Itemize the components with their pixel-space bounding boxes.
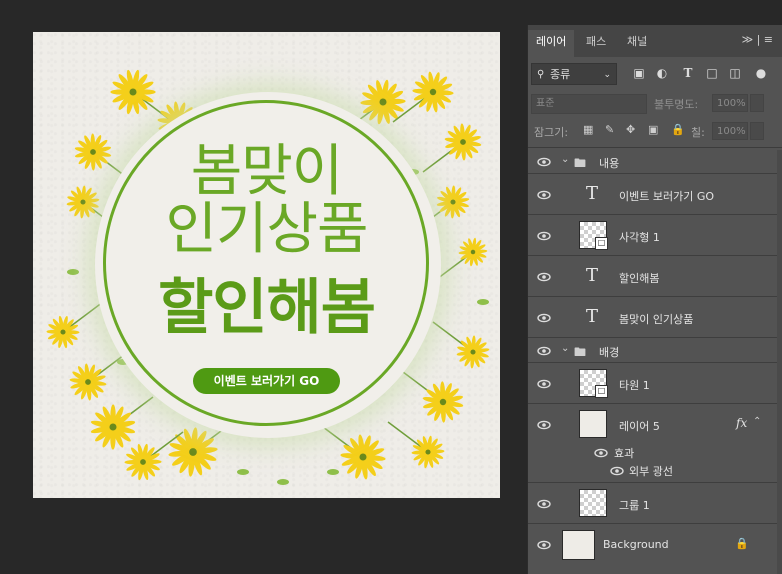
layer-row-layer5[interactable]: 레이어 5 fx ⌃ 효과 외부 광선 bbox=[528, 404, 777, 483]
headline-line-3: 할인해봄 bbox=[158, 273, 376, 343]
shape-filter-icon[interactable]: □ bbox=[705, 66, 719, 80]
leaf bbox=[327, 469, 339, 475]
flower bbox=[90, 396, 154, 450]
lock-label: 잠그기: bbox=[534, 126, 569, 139]
filter-label: 종류 bbox=[550, 68, 571, 81]
layer-row-rectangle[interactable]: □ 사각형 1 bbox=[528, 215, 777, 256]
lock-paint-icon[interactable]: ✎ bbox=[605, 123, 614, 136]
fill-value: 100% bbox=[717, 126, 746, 137]
layer-row-text-headline[interactable]: T 봄맞이 인기상품 bbox=[528, 297, 777, 338]
layer-filter-dropdown[interactable]: ⚲ 종류 ⌄ bbox=[531, 63, 617, 85]
layer-thumbnail: □ bbox=[579, 369, 608, 398]
filter-toggle-icon[interactable]: ● bbox=[754, 66, 768, 80]
tab-layers[interactable]: 레이어 bbox=[528, 30, 575, 57]
eye-icon[interactable] bbox=[537, 272, 551, 282]
layer-thumbnail bbox=[579, 410, 607, 438]
headline-line-2: 인기상품 bbox=[165, 197, 368, 262]
layer-name: 이벤트 보러가기 GO bbox=[619, 190, 715, 203]
opacity-field[interactable]: 100% bbox=[712, 94, 748, 112]
layer-row-text-cta[interactable]: T 이벤트 보러가기 GO bbox=[528, 174, 777, 215]
eye-icon[interactable] bbox=[594, 448, 608, 458]
event-cta-button: 이벤트 보러가기 GO bbox=[193, 368, 340, 394]
fill-label: 칠: bbox=[691, 126, 705, 139]
eye-icon[interactable] bbox=[610, 466, 624, 476]
layer-row-group1[interactable]: 그룹 1 bbox=[528, 483, 777, 524]
lock-all-icon[interactable]: 🔒 bbox=[671, 123, 685, 136]
layer-name: 배경 bbox=[599, 346, 620, 359]
layer-name: 그룹 1 bbox=[619, 499, 650, 512]
leaf bbox=[277, 479, 289, 485]
panel-menu-icon[interactable]: ≫ | ≡ bbox=[742, 33, 773, 46]
tab-channels[interactable]: 채널 bbox=[619, 30, 655, 57]
fx-badge[interactable]: fx bbox=[736, 416, 747, 430]
layer-thumbnail bbox=[562, 530, 595, 560]
adjustment-filter-icon[interactable]: ◐ bbox=[655, 66, 669, 80]
flower bbox=[402, 371, 464, 423]
layer-name: 봄맞이 인기상품 bbox=[619, 313, 694, 326]
chevron-down-icon[interactable]: ⌄ bbox=[561, 154, 569, 165]
text-layer-icon: T bbox=[586, 306, 599, 327]
text-layer-icon: T bbox=[586, 265, 599, 286]
flower bbox=[392, 71, 454, 123]
eye-icon[interactable] bbox=[537, 313, 551, 323]
layer-thumbnail bbox=[579, 489, 607, 517]
eye-icon[interactable] bbox=[537, 499, 551, 509]
layer-name: 할인해봄 bbox=[619, 272, 660, 285]
effects-label: 효과 bbox=[614, 447, 635, 460]
chevron-up-icon[interactable]: ⌃ bbox=[753, 416, 761, 427]
leaf bbox=[237, 469, 249, 475]
blend-mode-value: 표준 bbox=[536, 98, 555, 109]
blend-mode-dropdown[interactable]: 표준 bbox=[531, 94, 647, 114]
opacity-value: 100% bbox=[717, 98, 746, 109]
flower bbox=[387, 421, 445, 469]
divider bbox=[528, 147, 782, 148]
text-layer-icon: T bbox=[586, 183, 599, 204]
folder-icon: 🖿 bbox=[574, 156, 587, 170]
leaf bbox=[67, 269, 79, 275]
chevron-down-icon[interactable]: ⌄ bbox=[561, 343, 569, 354]
layer-name: 내용 bbox=[599, 157, 620, 170]
lock-artboard-icon[interactable]: ▣ bbox=[648, 123, 658, 136]
eye-icon[interactable] bbox=[537, 190, 551, 200]
eye-icon[interactable] bbox=[537, 157, 551, 167]
layers-scrollbar[interactable] bbox=[777, 150, 782, 574]
search-icon: ⚲ bbox=[537, 69, 545, 80]
chevron-down-icon: ⌄ bbox=[603, 70, 611, 80]
eye-icon[interactable] bbox=[537, 231, 551, 241]
layer-row-text-sale[interactable]: T 할인해봄 bbox=[528, 256, 777, 297]
layer-row-group-content[interactable]: ⌄ 🖿 내용 bbox=[528, 149, 777, 174]
lock-move-icon[interactable]: ✥ bbox=[626, 123, 635, 136]
fill-dropdown[interactable] bbox=[750, 122, 764, 140]
eye-icon[interactable] bbox=[537, 379, 551, 389]
layer-name: 사각형 1 bbox=[619, 231, 660, 244]
layers-panel: 레이어 패스 채널 ≫ | ≡ ⚲ 종류 ⌄ ▣ ◐ T □ ◫ ● 표준 불투… bbox=[527, 25, 782, 574]
panel-tabs: 레이어 패스 채널 ≫ | ≡ bbox=[528, 25, 782, 57]
tab-paths[interactable]: 패스 bbox=[578, 30, 614, 57]
layer-name: 타원 1 bbox=[619, 379, 650, 392]
document-canvas[interactable]: 봄맞이 인기상품 할인해봄 이벤트 보러가기 GO bbox=[33, 32, 500, 498]
shape-icon: □ bbox=[595, 385, 608, 398]
pixel-filter-icon[interactable]: ▣ bbox=[632, 66, 646, 80]
layer-row-group-background[interactable]: ⌄ 🖿 배경 bbox=[528, 338, 777, 363]
lock-transparent-icon[interactable]: ▦ bbox=[583, 123, 593, 136]
opacity-label: 불투명도: bbox=[654, 98, 699, 111]
fill-field[interactable]: 100% bbox=[712, 122, 748, 140]
flower bbox=[69, 351, 129, 401]
lock-icon: 🔒 bbox=[735, 537, 749, 550]
layer-row-ellipse[interactable]: □ 타원 1 bbox=[528, 363, 777, 404]
effect-outer-glow: 외부 광선 bbox=[629, 465, 673, 478]
shape-icon: □ bbox=[595, 237, 608, 250]
eye-icon[interactable] bbox=[537, 540, 551, 550]
eye-icon[interactable] bbox=[537, 420, 551, 430]
opacity-dropdown[interactable] bbox=[750, 94, 764, 112]
folder-icon: 🖿 bbox=[574, 345, 587, 359]
headline-line-1: 봄맞이 bbox=[190, 139, 344, 204]
smartobject-filter-icon[interactable]: ◫ bbox=[728, 66, 742, 80]
layer-name: Background bbox=[603, 538, 669, 551]
type-filter-icon[interactable]: T bbox=[681, 66, 695, 80]
eye-icon[interactable] bbox=[537, 346, 551, 356]
layer-thumbnail: □ bbox=[579, 221, 608, 250]
layer-row-background[interactable]: Background 🔒 bbox=[528, 524, 777, 565]
layer-name: 레이어 5 bbox=[619, 420, 660, 433]
